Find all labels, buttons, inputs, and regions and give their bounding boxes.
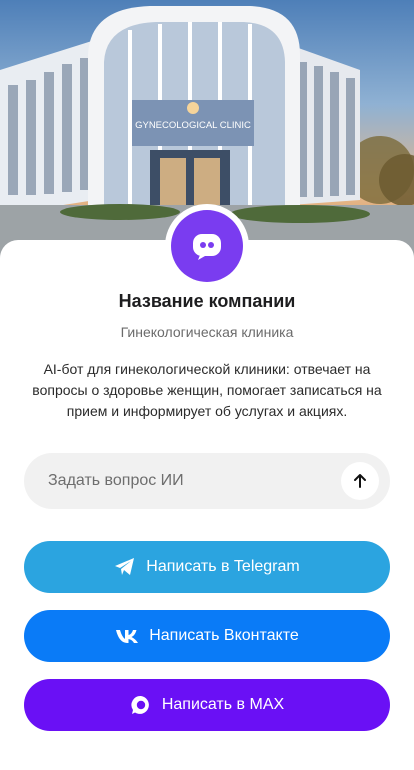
vk-button-label: Написать Вконтакте	[149, 627, 299, 644]
arrow-up-icon	[354, 474, 366, 488]
send-button[interactable]	[341, 462, 379, 500]
telegram-button[interactable]: Написать в Telegram	[24, 541, 390, 593]
vk-button[interactable]: Написать Вконтакте	[24, 610, 390, 662]
ask-ai-field	[24, 453, 390, 509]
telegram-icon	[114, 557, 136, 577]
ask-ai-input[interactable]	[48, 472, 341, 490]
vk-icon	[115, 628, 139, 644]
bot-description: AI-бот для гинекологической клиники: отв…	[32, 361, 382, 419]
clinic-sign-text: GYNECOLOGICAL CLINIC	[135, 120, 251, 131]
max-button[interactable]: Написать в MAX	[24, 679, 390, 731]
max-button-label: Написать в MAX	[161, 696, 285, 713]
avatar	[165, 204, 249, 288]
chat-bot-icon	[171, 210, 243, 282]
company-category: Гинекологическая клиника	[120, 324, 294, 340]
telegram-button-label: Написать в Telegram	[146, 558, 300, 575]
company-name: Название компании	[118, 291, 296, 311]
max-icon	[130, 694, 152, 716]
